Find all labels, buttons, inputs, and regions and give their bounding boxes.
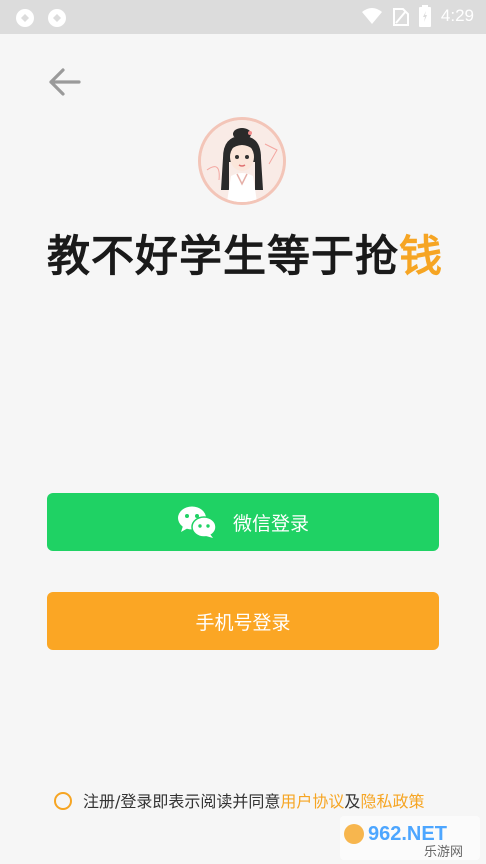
agreement-prefix: 注册/登录即表示阅读并同意 (83, 792, 281, 811)
agree-checkbox[interactable] (54, 792, 72, 810)
phone-login-button[interactable]: 手机号登录 (47, 592, 439, 650)
app-logo (198, 117, 286, 205)
arrow-left-icon (49, 68, 81, 96)
svg-text:962.NET: 962.NET (368, 823, 447, 845)
sync-icon (16, 9, 34, 27)
no-sim-icon (392, 8, 409, 26)
wifi-icon (361, 8, 382, 24)
slogan-accent: 钱 (399, 232, 443, 282)
site-watermark-logo: 962.NET 乐游网 (340, 816, 480, 860)
status-bar: 4:29 (0, 0, 486, 34)
battery-icon (418, 5, 431, 27)
wechat-login-button[interactable]: 微信登录 (47, 493, 439, 551)
privacy-policy-link[interactable]: 隐私政策 (360, 792, 424, 811)
sync-icon (48, 9, 66, 27)
svg-text:乐游网: 乐游网 (424, 845, 463, 860)
user-agreement-link[interactable]: 用户协议 (280, 792, 344, 811)
wechat-login-label: 微信登录 (232, 512, 309, 535)
agreement-and: 及 (344, 792, 361, 811)
phone-login-label: 手机号登录 (195, 611, 291, 634)
slogan: 教不好学生等于抢钱 (40, 222, 450, 292)
status-time: 4:29 (440, 6, 474, 25)
back-button[interactable] (42, 62, 86, 102)
slogan-main: 教不好学生等于抢 (47, 232, 399, 282)
wechat-icon (177, 506, 217, 538)
